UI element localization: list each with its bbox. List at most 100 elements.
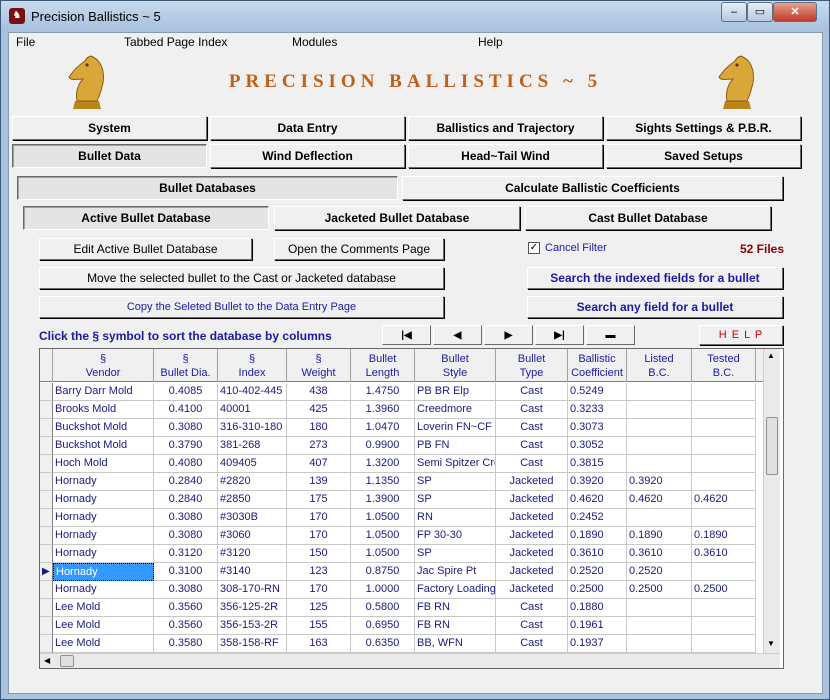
table-cell[interactable]: 150 (287, 545, 351, 563)
table-cell[interactable]: 0.3920 (627, 473, 692, 491)
table-row[interactable]: Hoch Mold 0.4080 409405 407 1.3200 Semi Spitz… (40, 455, 763, 473)
nav-next-button[interactable]: ▶ (484, 325, 533, 345)
scroll-up-icon[interactable]: ▲ (767, 351, 775, 360)
table-cell[interactable]: Semi Spitzer Cre (415, 455, 496, 473)
table-cell[interactable]: 0.2452 (568, 509, 627, 527)
tab-bullet-databases[interactable]: Bullet Databases (17, 176, 398, 200)
table-cell[interactable]: 0.5249 (568, 383, 627, 401)
table-cell[interactable]: Jacketed (496, 545, 568, 563)
scroll-left-icon[interactable]: ◀ (44, 656, 50, 665)
table-cell[interactable]: 0.5800 (351, 599, 415, 617)
search-any-field-button[interactable]: Search any field for a bullet (527, 296, 783, 318)
tab-saved-setups[interactable]: Saved Setups (606, 144, 801, 168)
table-cell[interactable]: FB RN (415, 617, 496, 635)
row-selector[interactable]: ▶ (40, 563, 53, 581)
edit-active-database-button[interactable]: Edit Active Bullet Database (39, 238, 252, 260)
table-cell[interactable]: 0.3815 (568, 455, 627, 473)
tab-jacketed-bullet-database[interactable]: Jacketed Bullet Database (274, 206, 520, 230)
table-cell[interactable] (692, 437, 756, 455)
copy-selected-bullet-button[interactable]: Copy the Seleted Bullet to the Data Entr… (39, 296, 444, 318)
row-selector[interactable] (40, 617, 53, 635)
table-cell[interactable]: 1.4750 (351, 383, 415, 401)
table-cell[interactable] (627, 617, 692, 635)
table-row[interactable]: Buckshot Mold 0.3080 316-310-180 180 1.0470 L… (40, 419, 763, 437)
table-row[interactable]: Buckshot Mold 0.3790 381-268 273 0.9900 PB FN… (40, 437, 763, 455)
table-cell[interactable] (627, 437, 692, 455)
table-cell[interactable]: 356-153-2R (218, 617, 287, 635)
table-cell[interactable]: Brooks Mold (53, 401, 154, 419)
row-selector[interactable] (40, 581, 53, 599)
table-row[interactable]: Lee Mold 0.3580 358-158-RF 163 0.6350 BB, WFN… (40, 635, 763, 653)
tab-system[interactable]: System (12, 116, 207, 140)
table-cell[interactable]: Jacketed (496, 473, 568, 491)
table-cell[interactable] (692, 473, 756, 491)
table-cell[interactable]: Cast (496, 383, 568, 401)
table-cell[interactable]: 139 (287, 473, 351, 491)
table-cell[interactable]: 0.2520 (627, 563, 692, 581)
tab-wind-deflection[interactable]: Wind Deflection (210, 144, 405, 168)
row-selector[interactable] (40, 527, 53, 545)
table-cell[interactable]: 40001 (218, 401, 287, 419)
column-header[interactable]: § Weight (287, 349, 351, 382)
row-selector[interactable] (40, 491, 53, 509)
table-cell[interactable]: Lee Mold (53, 635, 154, 653)
table-cell[interactable]: 409405 (218, 455, 287, 473)
table-cell[interactable]: 0.2840 (154, 491, 218, 509)
table-cell[interactable]: Buckshot Mold (53, 437, 154, 455)
table-row[interactable]: Brooks Mold 0.4100 40001 425 1.3960 Creedmore… (40, 401, 763, 419)
table-cell[interactable]: BB, WFN (415, 635, 496, 653)
row-selector[interactable] (40, 455, 53, 473)
table-cell[interactable]: 316-310-180 (218, 419, 287, 437)
row-selector[interactable] (40, 599, 53, 617)
table-cell[interactable]: 0.3080 (154, 527, 218, 545)
table-cell[interactable]: 1.0500 (351, 527, 415, 545)
table-cell[interactable]: 0.3560 (154, 599, 218, 617)
table-cell[interactable]: PB BR Elp (415, 383, 496, 401)
table-cell[interactable]: 0.3790 (154, 437, 218, 455)
table-cell[interactable]: Jacketed (496, 491, 568, 509)
move-selected-bullet-button[interactable]: Move the selected bullet to the Cast or … (39, 267, 444, 289)
table-cell[interactable]: 410-402-445 (218, 383, 287, 401)
nav-prev-button[interactable]: ◀ (433, 325, 482, 345)
horizontal-scroll-thumb[interactable] (60, 655, 74, 667)
table-cell[interactable]: 0.4620 (568, 491, 627, 509)
table-cell[interactable]: 170 (287, 581, 351, 599)
table-cell[interactable]: Jacketed (496, 563, 568, 581)
table-row[interactable]: Hornady 0.3080 #3060 170 1.0500 FP 30-30 Jacke… (40, 527, 763, 545)
table-cell[interactable] (692, 419, 756, 437)
table-row[interactable]: Hornady 0.2840 #2850 175 1.3900 SP Jacketed 0.4… (40, 491, 763, 509)
tab-active-bullet-database[interactable]: Active Bullet Database (23, 206, 269, 230)
table-cell[interactable]: 356-125-2R (218, 599, 287, 617)
table-cell[interactable]: Cast (496, 419, 568, 437)
table-cell[interactable]: Cast (496, 599, 568, 617)
table-cell[interactable]: #2820 (218, 473, 287, 491)
table-row[interactable]: Hornady 0.3120 #3120 150 1.0500 SP Jacketed 0.3… (40, 545, 763, 563)
table-cell[interactable]: 0.3233 (568, 401, 627, 419)
table-row[interactable]: Lee Mold 0.3560 356-153-2R 155 0.6950 FB RN Ca… (40, 617, 763, 635)
table-cell[interactable]: 0.1890 (568, 527, 627, 545)
tab-ballistics-trajectory[interactable]: Ballistics and Trajectory (408, 116, 603, 140)
table-cell[interactable]: 0.4620 (692, 491, 756, 509)
table-cell[interactable]: 0.3100 (154, 563, 218, 581)
table-cell[interactable] (692, 599, 756, 617)
table-cell[interactable]: Lee Mold (53, 617, 154, 635)
table-row[interactable]: ▶ Hornady 0.3100 #3140 123 0.8750 Jac Spire Pt… (40, 563, 763, 581)
table-cell[interactable]: 0.2500 (568, 581, 627, 599)
table-cell[interactable]: #2850 (218, 491, 287, 509)
table-row[interactable]: Hornady 0.2840 #2820 139 1.1350 SP Jacketed 0.3… (40, 473, 763, 491)
table-cell[interactable]: 0.3080 (154, 419, 218, 437)
table-cell[interactable] (627, 455, 692, 473)
table-cell[interactable]: 0.3560 (154, 617, 218, 635)
table-cell[interactable]: 0.1937 (568, 635, 627, 653)
maximize-button[interactable]: ▭ (747, 2, 773, 22)
table-cell[interactable]: 1.3900 (351, 491, 415, 509)
cancel-filter-label[interactable]: Cancel Filter (545, 242, 607, 254)
table-row[interactable]: Hornady 0.3080 308-170-RN 170 1.0000 Factory … (40, 581, 763, 599)
table-row[interactable]: Barry Darr Mold 0.4085 410-402-445 438 1.475… (40, 383, 763, 401)
table-cell[interactable]: #3060 (218, 527, 287, 545)
table-cell[interactable]: FB RN (415, 599, 496, 617)
table-cell[interactable] (692, 617, 756, 635)
table-cell[interactable]: 170 (287, 509, 351, 527)
table-cell[interactable]: 0.3073 (568, 419, 627, 437)
table-cell[interactable]: Hoch Mold (53, 455, 154, 473)
